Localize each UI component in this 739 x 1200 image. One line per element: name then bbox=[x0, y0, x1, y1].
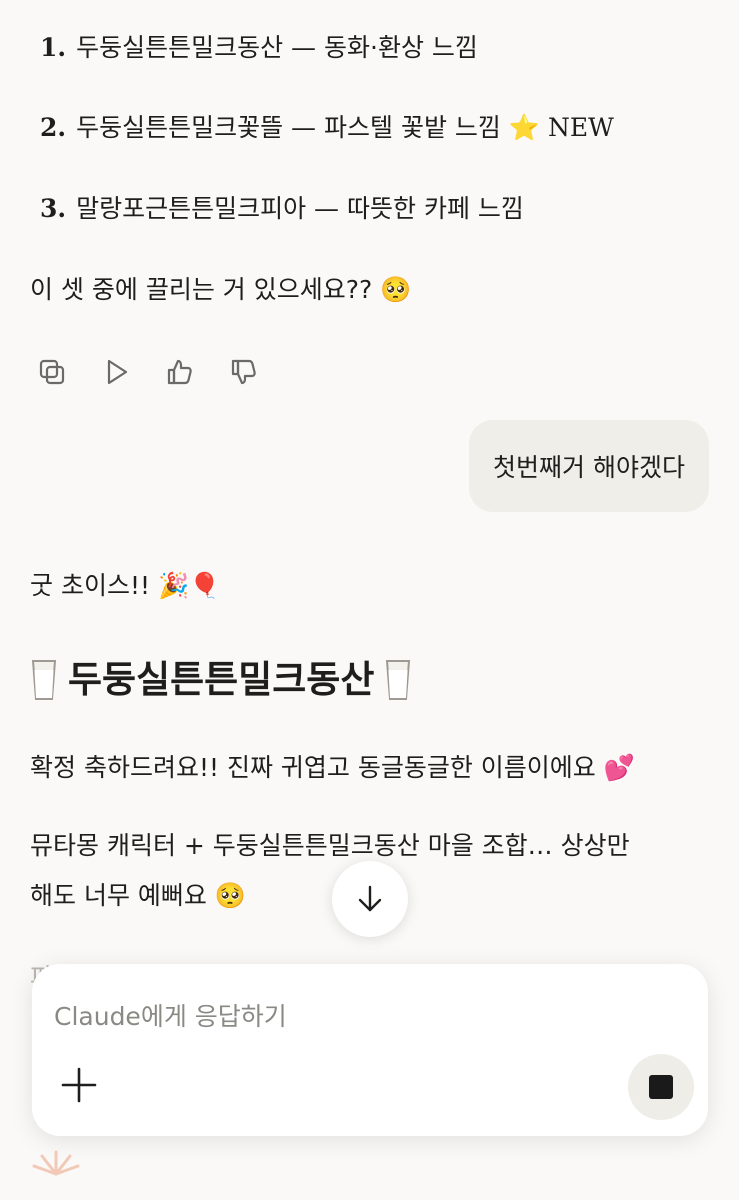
star-emoji: ⭐ bbox=[508, 113, 540, 142]
reply-line-2a: 뮤타몽 캐릭터 + 두둥실튼튼밀크동산 마을 조합… 상상만 bbox=[30, 831, 630, 860]
milk-glass-icon bbox=[31, 660, 57, 700]
add-attachment-button[interactable] bbox=[56, 1062, 102, 1108]
thumbs-up-button[interactable] bbox=[162, 354, 198, 390]
option-text: 두둥실튼튼밀크꽃뜰 — 파스텔 꽃밭 느낌 bbox=[76, 113, 501, 142]
thumbs-down-button[interactable] bbox=[226, 354, 262, 390]
reply-line-2b: 해도 너무 예뻐요 🥺 bbox=[30, 881, 246, 910]
thumbs-down-icon bbox=[231, 359, 256, 385]
option-number: 3. bbox=[40, 194, 67, 223]
reply-heading: 두둥실튼튼밀크동산 bbox=[30, 650, 412, 710]
read-aloud-button[interactable] bbox=[98, 354, 134, 390]
scroll-to-bottom-button[interactable] bbox=[332, 861, 408, 937]
option-number: 1. bbox=[40, 33, 67, 62]
option-text: 말랑포근튼튼밀크피아 — 따뜻한 카페 느낌 bbox=[76, 194, 524, 223]
milk-glass-icon bbox=[386, 660, 411, 700]
option-item-1: 1. 두둥실튼튼밀크동산 — 동화·환상 느낌 bbox=[40, 32, 478, 64]
copy-icon bbox=[39, 359, 65, 385]
message-composer bbox=[32, 964, 708, 1136]
reply-line-1: 확정 축하드려요!! 진짜 귀엽고 동글동글한 이름이에요 💕 bbox=[30, 753, 635, 782]
option-item-3: 3. 말랑포근튼튼밀크피아 — 따뜻한 카페 느낌 bbox=[40, 193, 524, 225]
copy-button[interactable] bbox=[34, 354, 70, 390]
option-item-2: 2. 두둥실튼튼밀크꽃뜰 — 파스텔 꽃밭 느낌 ⭐ NEW bbox=[40, 112, 614, 144]
option-number: 2. bbox=[40, 113, 67, 142]
arrow-down-icon bbox=[358, 885, 382, 912]
user-message-text: 첫번째거 해야겠다 bbox=[493, 453, 685, 482]
stop-generating-button[interactable] bbox=[628, 1054, 694, 1120]
play-icon bbox=[107, 359, 128, 385]
reply-input[interactable] bbox=[54, 1002, 614, 1031]
assistant-question: 이 셋 중에 끌리는 거 있으세요?? 🥺 bbox=[30, 275, 412, 304]
claude-logo-icon bbox=[32, 1150, 80, 1176]
reply-heading-text: 두둥실튼튼밀크동산 bbox=[68, 658, 375, 701]
new-badge: NEW bbox=[547, 113, 614, 142]
user-message-bubble: 첫번째거 해야겠다 bbox=[469, 420, 709, 512]
option-text: 두둥실튼튼밀크동산 — 동화·환상 느낌 bbox=[76, 33, 478, 62]
plus-icon bbox=[61, 1067, 97, 1103]
thumbs-up-icon bbox=[167, 359, 192, 385]
stop-icon bbox=[649, 1075, 673, 1099]
reply-greeting: 굿 초이스!! 🎉🎈 bbox=[30, 571, 221, 600]
message-actions bbox=[34, 354, 262, 390]
